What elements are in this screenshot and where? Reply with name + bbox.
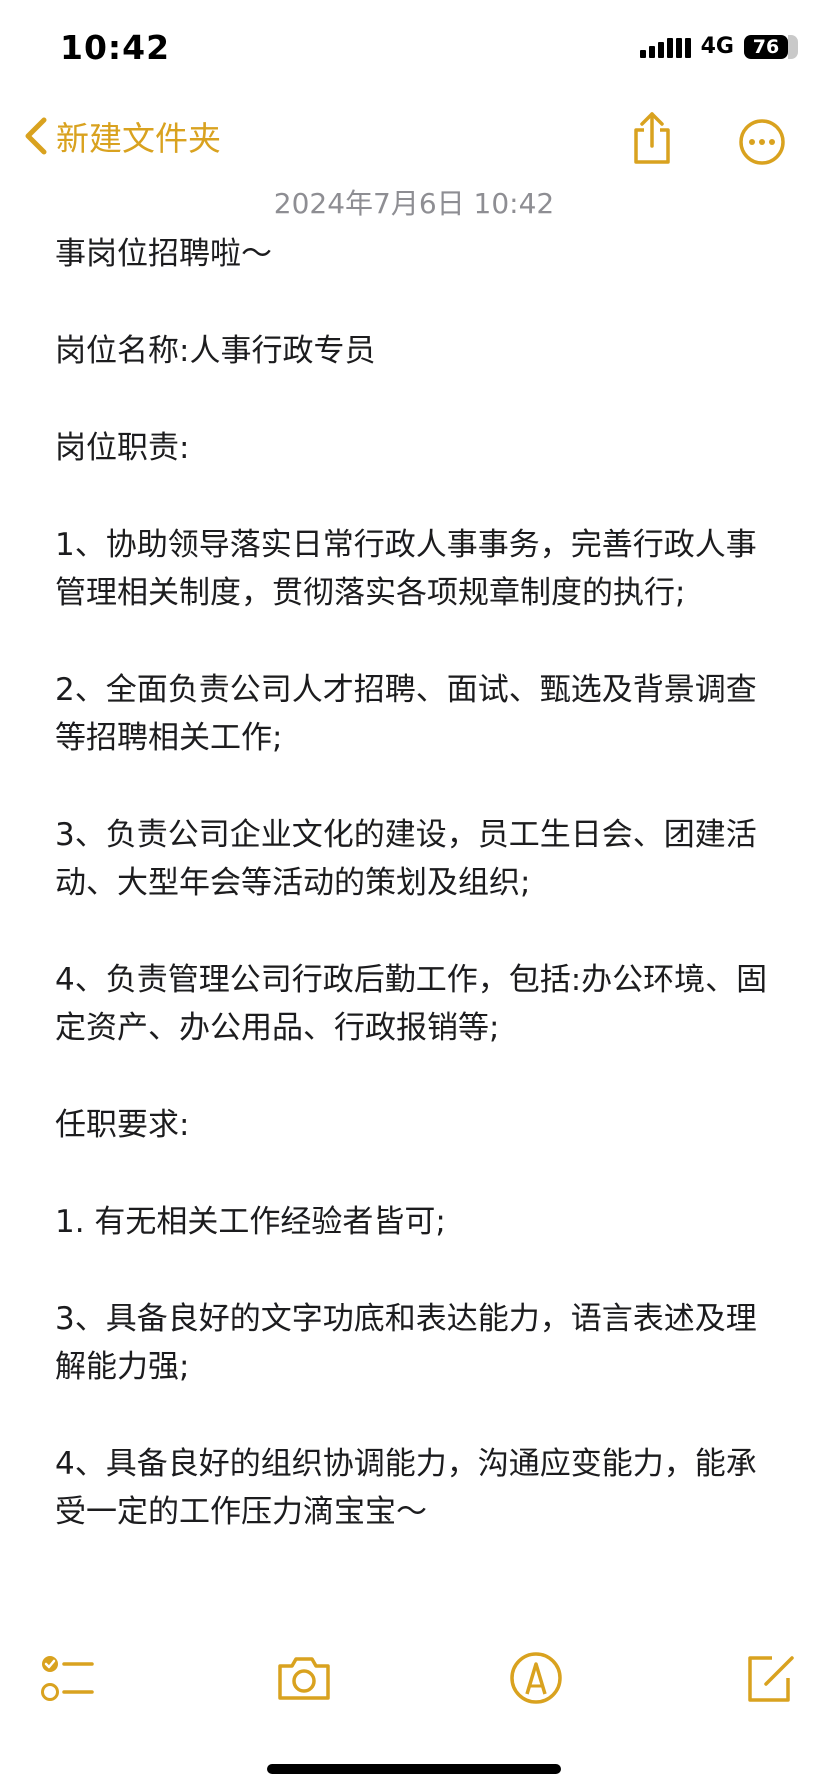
note-paragraph: 岗位名称:人事行政专员 <box>55 333 376 369</box>
note-paragraph: 1、协助领导落实日常行政人事事务，完善行政人事管理相关制度，贯彻落实各项规章制度… <box>55 527 757 611</box>
note-date: 2024年7月6日 10:42 <box>273 187 555 220</box>
home-indicator[interactable] <box>267 1764 561 1774</box>
note-paragraph: 1. 有无相关工作经验者皆可; <box>55 1204 446 1240</box>
note-paragraph: 3、具备良好的文字功底和表达能力，语言表述及理解能力强; <box>55 1301 757 1385</box>
chevron-left-icon <box>25 117 47 155</box>
note-paragraph: 2、全面负责公司人才招聘、面试、甄选及背景调查等招聘相关工作; <box>55 672 757 756</box>
share-icon <box>634 112 670 164</box>
more-options-button[interactable] <box>738 118 786 166</box>
compose-icon <box>748 1656 794 1702</box>
note-body[interactable]: 事岗位招聘啦～ 岗位名称:人事行政专员 岗位职责: 1、协助领导落实日常行政人事… <box>55 230 785 1585</box>
back-button[interactable]: 新建文件夹 <box>22 112 221 160</box>
markup-button[interactable] <box>508 1650 564 1706</box>
note-paragraph: 岗位职责: <box>55 430 190 466</box>
status-time: 10:42 <box>60 28 171 67</box>
cellular-signal-icon <box>639 36 691 58</box>
share-button[interactable] <box>628 110 676 166</box>
back-button-label: 新建文件夹 <box>56 119 221 158</box>
more-options-icon <box>739 119 785 165</box>
camera-icon <box>278 1657 330 1700</box>
note-paragraph: 4、负责管理公司行政后勤工作，包括:办公环境、固定资产、办公用品、行政报销等; <box>55 962 768 1046</box>
note-paragraph: 3、负责公司企业文化的建设，员工生日会、团建活动、大型年会等活动的策划及组织; <box>55 817 757 901</box>
checklist-icon <box>41 1656 94 1701</box>
battery-indicator: 76 <box>744 34 798 59</box>
note-paragraph: 任职要求: <box>55 1107 190 1143</box>
note-paragraph: 4、具备良好的组织协调能力，沟通应变能力，能承受一定的工作压力滴宝宝～ <box>55 1446 757 1530</box>
markup-icon <box>510 1652 562 1704</box>
camera-button[interactable] <box>276 1650 332 1706</box>
network-type: 4G <box>700 34 734 59</box>
compose-button[interactable] <box>742 1650 798 1706</box>
note-paragraph: 事岗位招聘啦～ <box>55 236 272 272</box>
status-indicators: 4G 76 <box>639 34 798 59</box>
checklist-button[interactable] <box>40 1650 96 1706</box>
status-bar: 10:42 4G 76 <box>0 0 828 100</box>
bottom-toolbar <box>0 1650 828 1710</box>
